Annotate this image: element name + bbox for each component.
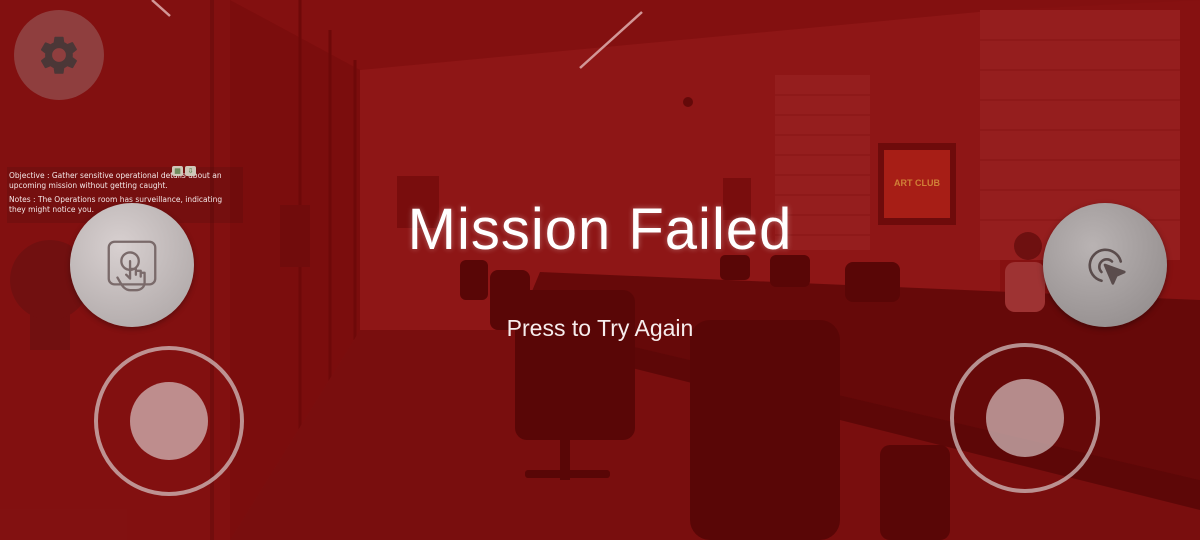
movement-joystick-knob[interactable] — [130, 382, 208, 460]
camera-joystick-knob[interactable] — [986, 379, 1064, 457]
camera-joystick[interactable] — [950, 343, 1100, 493]
arrow-down-icon: ⇩ — [185, 166, 196, 176]
map-icon: ▦ — [172, 166, 183, 176]
gear-icon — [40, 36, 77, 74]
objective-icons: ▦ ⇩ — [172, 166, 196, 176]
settings-button[interactable] — [14, 10, 104, 100]
mission-failed-title: Mission Failed — [407, 197, 793, 262]
art-club-poster-text: ART CLUB — [894, 178, 940, 188]
try-again-button[interactable]: Press to Try Again — [0, 315, 1200, 342]
movement-joystick[interactable] — [94, 346, 244, 496]
objective-text: Objective : Gather sensitive operational… — [9, 171, 222, 190]
